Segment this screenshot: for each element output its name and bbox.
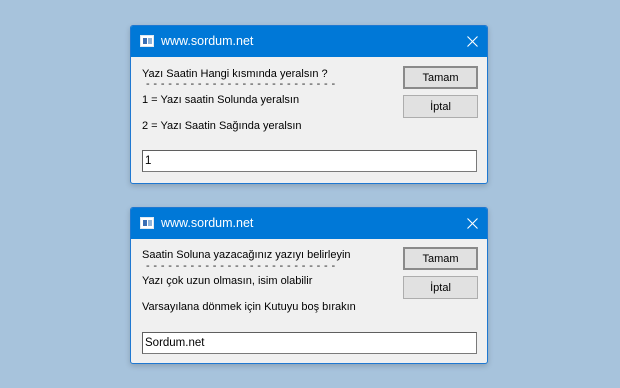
cancel-button[interactable]: İptal	[403, 95, 478, 118]
dialog-body: Yazı Saatin Hangi kısmında yeralsın ? - …	[131, 57, 487, 183]
prompt-line-4: Varsayılana dönmek için Kutuyu boş bırak…	[142, 301, 356, 313]
input-dialog-position: www.sordum.net Yazı Saatin Hangi kısmınd…	[130, 25, 488, 184]
prompt-line-3: Yazı çok uzun olmasın, isim olabilir	[142, 275, 313, 287]
close-icon	[466, 218, 478, 229]
dialog-body: Saatin Soluna yazacağınız yazıyı belirle…	[131, 239, 487, 363]
app-window-icon	[140, 35, 154, 47]
ok-button[interactable]: Tamam	[403, 247, 478, 270]
close-button[interactable]	[457, 26, 487, 57]
prompt-separator: - - - - - - - - - - - - - - - - - - - - …	[146, 78, 336, 90]
window-title: www.sordum.net	[161, 34, 254, 48]
window-title: www.sordum.net	[161, 216, 254, 230]
cancel-button[interactable]: İptal	[403, 276, 478, 299]
answer-input[interactable]	[142, 150, 477, 172]
app-window-icon	[140, 217, 154, 229]
close-icon	[466, 36, 478, 47]
close-button[interactable]	[457, 208, 487, 239]
ok-button[interactable]: Tamam	[403, 66, 478, 89]
prompt-separator: - - - - - - - - - - - - - - - - - - - - …	[146, 260, 336, 272]
answer-input[interactable]	[142, 332, 477, 354]
title-bar[interactable]: www.sordum.net	[131, 208, 487, 239]
prompt-line-3: 1 = Yazı saatin Solunda yeralsın	[142, 94, 300, 106]
prompt-line-4: 2 = Yazı Saatin Sağında yeralsın	[142, 120, 302, 132]
input-dialog-text: www.sordum.net Saatin Soluna yazacağınız…	[130, 207, 488, 364]
title-bar[interactable]: www.sordum.net	[131, 26, 487, 57]
